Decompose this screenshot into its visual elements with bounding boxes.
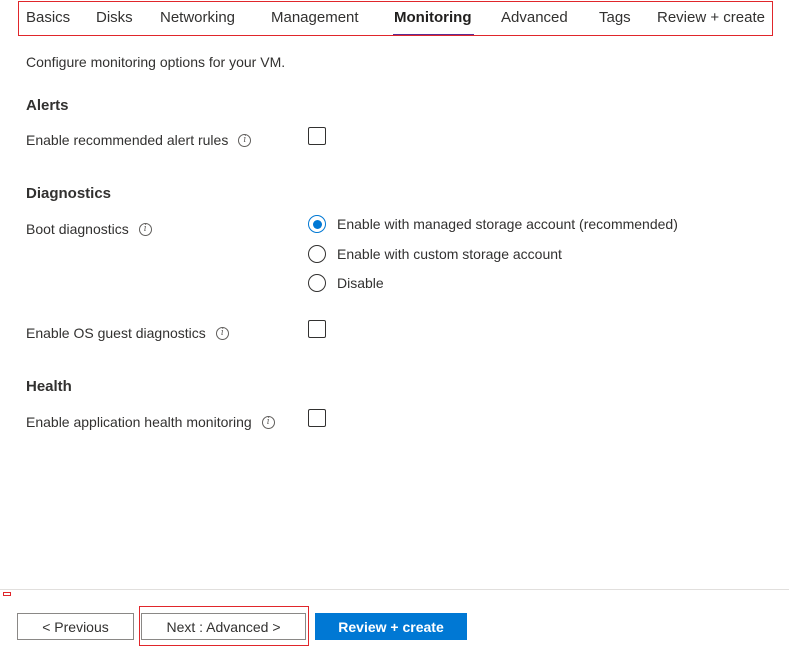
review-create-button[interactable]: Review + create — [315, 613, 467, 640]
active-tab-indicator — [393, 34, 474, 36]
tab-basics[interactable]: Basics — [26, 9, 70, 27]
tab-disks[interactable]: Disks — [96, 9, 133, 27]
boot-option-disable[interactable]: Disable — [308, 274, 384, 292]
radio-selected-icon[interactable] — [308, 215, 326, 233]
tab-monitoring[interactable]: Monitoring — [394, 9, 471, 27]
info-icon[interactable]: i — [261, 415, 275, 429]
tab-tags[interactable]: Tags — [599, 9, 631, 27]
next-advanced-button[interactable]: Next : Advanced > — [141, 613, 306, 640]
boot-option-custom[interactable]: Enable with custom storage account — [308, 245, 562, 263]
os-guest-diagnostics-checkbox[interactable] — [308, 320, 326, 338]
health-heading: Health — [26, 378, 72, 395]
info-icon[interactable]: i — [238, 133, 252, 147]
recommended-alert-rules-label: Enable recommended alert rules — [26, 132, 229, 148]
footer-divider — [0, 589, 789, 590]
tab-networking[interactable]: Networking — [160, 9, 235, 27]
recommended-alert-rules-row: Enable recommended alert rules i — [26, 132, 252, 148]
radio-icon[interactable] — [308, 245, 326, 263]
highlight-marker — [3, 592, 11, 596]
info-icon[interactable]: i — [138, 222, 152, 236]
radio-icon[interactable] — [308, 274, 326, 292]
tab-management[interactable]: Management — [271, 9, 359, 27]
boot-diagnostics-row: Boot diagnostics i — [26, 221, 152, 237]
previous-button[interactable]: < Previous — [17, 613, 134, 640]
app-health-label: Enable application health monitoring — [26, 414, 252, 430]
tab-advanced[interactable]: Advanced — [501, 9, 568, 27]
page-description: Configure monitoring options for your VM… — [26, 54, 286, 70]
boot-option-custom-label: Enable with custom storage account — [337, 246, 562, 262]
recommended-alert-rules-checkbox[interactable] — [308, 127, 326, 145]
tab-review-create[interactable]: Review + create — [657, 9, 765, 27]
os-guest-diagnostics-label: Enable OS guest diagnostics — [26, 325, 206, 341]
boot-diagnostics-label: Boot diagnostics — [26, 221, 129, 237]
boot-option-disable-label: Disable — [337, 275, 384, 291]
app-health-checkbox[interactable] — [308, 409, 326, 427]
info-icon[interactable]: i — [215, 326, 229, 340]
boot-option-managed-label: Enable with managed storage account (rec… — [337, 216, 678, 232]
alerts-heading: Alerts — [26, 97, 69, 114]
os-guest-diagnostics-row: Enable OS guest diagnostics i — [26, 325, 229, 341]
diagnostics-heading: Diagnostics — [26, 185, 112, 202]
app-health-row: Enable application health monitoring i — [26, 414, 275, 430]
boot-option-managed[interactable]: Enable with managed storage account (rec… — [308, 215, 678, 233]
